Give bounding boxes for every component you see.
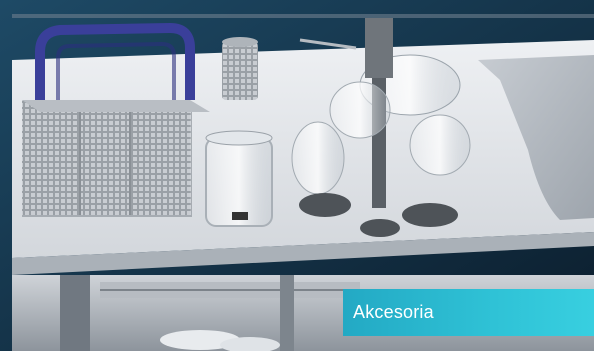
accessories-label: Akcesoria (353, 302, 434, 322)
accessories-label-badge[interactable]: Akcesoria (343, 289, 594, 336)
accessories-banner[interactable]: Akcesoria (0, 0, 594, 351)
bottle-holder-icon (205, 130, 273, 227)
